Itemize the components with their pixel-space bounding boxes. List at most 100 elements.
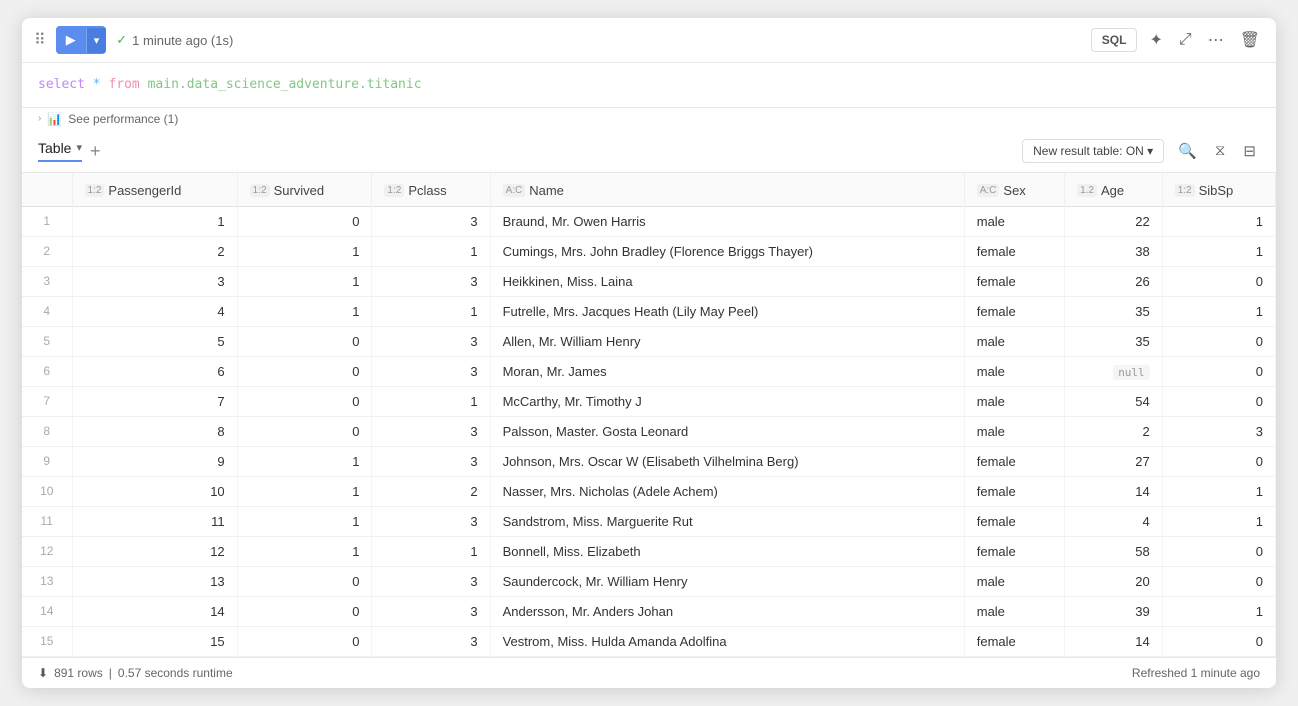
cell-age: 2 [1065,416,1163,446]
cell-pclass: 1 [372,296,490,326]
cell-age: 22 [1065,206,1163,236]
table-tab[interactable]: Table ▾ [38,140,82,162]
cell-pclass: 2 [372,476,490,506]
table-body: 1 1 0 3 Braund, Mr. Owen Harris male 22 … [22,206,1276,656]
cell-sibsp: 0 [1162,266,1275,296]
toolbar-right: SQL ✦ ⤢ ⋯ 🗑 [1091,26,1264,54]
table-row: 9 9 1 3 Johnson, Mrs. Oscar W (Elisabeth… [22,446,1276,476]
cell-survived: 0 [237,326,372,356]
table-row: 12 12 1 1 Bonnell, Miss. Elizabeth femal… [22,536,1276,566]
col-header-survived[interactable]: 1:2 Survived [237,173,372,207]
cell-pclass: 3 [372,626,490,656]
table-header-row: 1:2 PassengerId 1:2 Survived 1:2 P [22,173,1276,207]
col-label-sibsp: SibSp [1199,183,1234,198]
cell-survived: 0 [237,386,372,416]
col-header-sex[interactable]: A:C Sex [964,173,1064,207]
expand-icon-button[interactable]: ⤢ [1175,27,1196,53]
keyword-star: * [93,77,109,92]
cell-rownum: 2 [22,236,72,266]
performance-row[interactable]: › 📊 See performance (1) [22,108,1276,130]
tab-dropdown-icon[interactable]: ▾ [76,141,82,154]
cell-rownum: 4 [22,296,72,326]
cell-survived: 0 [237,596,372,626]
col-header-name[interactable]: A:C Name [490,173,964,207]
download-icon[interactable]: ⬇ [38,666,48,680]
footer-runtime: 0.57 seconds runtime [118,666,233,680]
col-type-icon-age: 1.2 [1077,184,1097,197]
new-result-button[interactable]: New result table: ON ▾ [1022,139,1164,163]
cell-age: 20 [1065,566,1163,596]
cell-sibsp: 0 [1162,536,1275,566]
cell-name: Heikkinen, Miss. Laina [490,266,964,296]
cell-sex: female [964,626,1064,656]
cell-sibsp: 1 [1162,236,1275,266]
add-tab-button[interactable]: + [90,142,101,160]
col-header-age[interactable]: 1.2 Age [1065,173,1163,207]
footer-refreshed: Refreshed 1 minute ago [1132,666,1260,680]
cell-sibsp: 0 [1162,326,1275,356]
sql-button[interactable]: SQL [1091,28,1138,52]
cell-age: 26 [1065,266,1163,296]
cell-sex: female [964,236,1064,266]
table-row: 4 4 1 1 Futrelle, Mrs. Jacques Heath (Li… [22,296,1276,326]
cell-name: Andersson, Mr. Anders Johan [490,596,964,626]
keyword-from: from [108,77,139,92]
cell-sex: male [964,206,1064,236]
cell-passengerid: 2 [72,236,237,266]
col-label-sex: Sex [1003,183,1025,198]
cell-sex: female [964,446,1064,476]
col-label-passengerid: PassengerId [108,183,181,198]
cell-rownum: 6 [22,356,72,386]
cell-name: Moran, Mr. James [490,356,964,386]
cell-passengerid: 15 [72,626,237,656]
cell-pclass: 3 [372,566,490,596]
cell-rownum: 14 [22,596,72,626]
grid-icon[interactable]: ⠿ [34,30,46,50]
cell-sibsp: 1 [1162,506,1275,536]
col-header-passengerid[interactable]: 1:2 PassengerId [72,173,237,207]
table-footer: ⬇ 891 rows | 0.57 seconds runtime Refres… [22,657,1276,688]
cell-age: null [1065,356,1163,386]
cell-pclass: 3 [372,596,490,626]
main-window: ⠿ ▶ ▾ ✓ 1 minute ago (1s) SQL ✦ ⤢ ⋯ 🗑 se… [22,18,1276,688]
delete-icon-button[interactable]: 🗑 [1236,26,1264,54]
search-icon-button[interactable]: 🔍 [1174,138,1201,164]
col-header-sibsp[interactable]: 1:2 SibSp [1162,173,1275,207]
table-row: 13 13 0 3 Saundercock, Mr. William Henry… [22,566,1276,596]
cell-survived: 1 [237,446,372,476]
cell-rownum: 7 [22,386,72,416]
cell-rownum: 1 [22,206,72,236]
ai-icon-button[interactable]: ✦ [1145,26,1166,54]
columns-icon-button[interactable]: ⊟ [1239,138,1260,164]
footer-left: ⬇ 891 rows | 0.57 seconds runtime [38,666,233,680]
cell-survived: 1 [237,296,372,326]
cell-name: Futrelle, Mrs. Jacques Heath (Lily May P… [490,296,964,326]
filter-icon-button[interactable]: ⧖ [1211,138,1230,163]
col-type-icon-survived: 1:2 [250,184,270,197]
col-type-icon-passengerid: 1:2 [85,184,105,197]
table-row: 8 8 0 3 Palsson, Master. Gosta Leonard m… [22,416,1276,446]
run-play-icon[interactable]: ▶ [56,26,86,54]
cell-name: McCarthy, Mr. Timothy J [490,386,964,416]
col-header-pclass[interactable]: 1:2 Pclass [372,173,490,207]
table-row: 2 2 1 1 Cumings, Mrs. John Bradley (Flor… [22,236,1276,266]
cell-pclass: 3 [372,506,490,536]
cell-sex: female [964,476,1064,506]
cell-age: 54 [1065,386,1163,416]
cell-survived: 1 [237,266,372,296]
cell-name: Saundercock, Mr. William Henry [490,566,964,596]
cell-sibsp: 1 [1162,296,1275,326]
cell-passengerid: 4 [72,296,237,326]
cell-sibsp: 0 [1162,386,1275,416]
run-dropdown-icon[interactable]: ▾ [86,28,107,53]
cell-passengerid: 5 [72,326,237,356]
cell-survived: 1 [237,536,372,566]
more-icon-button[interactable]: ⋯ [1204,26,1228,54]
cell-pclass: 3 [372,326,490,356]
cell-sex: male [964,326,1064,356]
cell-rownum: 3 [22,266,72,296]
run-button[interactable]: ▶ ▾ [56,26,107,54]
col-type-icon-sex: A:C [977,184,1000,197]
query-line: select * from main.data_science_adventur… [38,75,1260,95]
cell-rownum: 12 [22,536,72,566]
